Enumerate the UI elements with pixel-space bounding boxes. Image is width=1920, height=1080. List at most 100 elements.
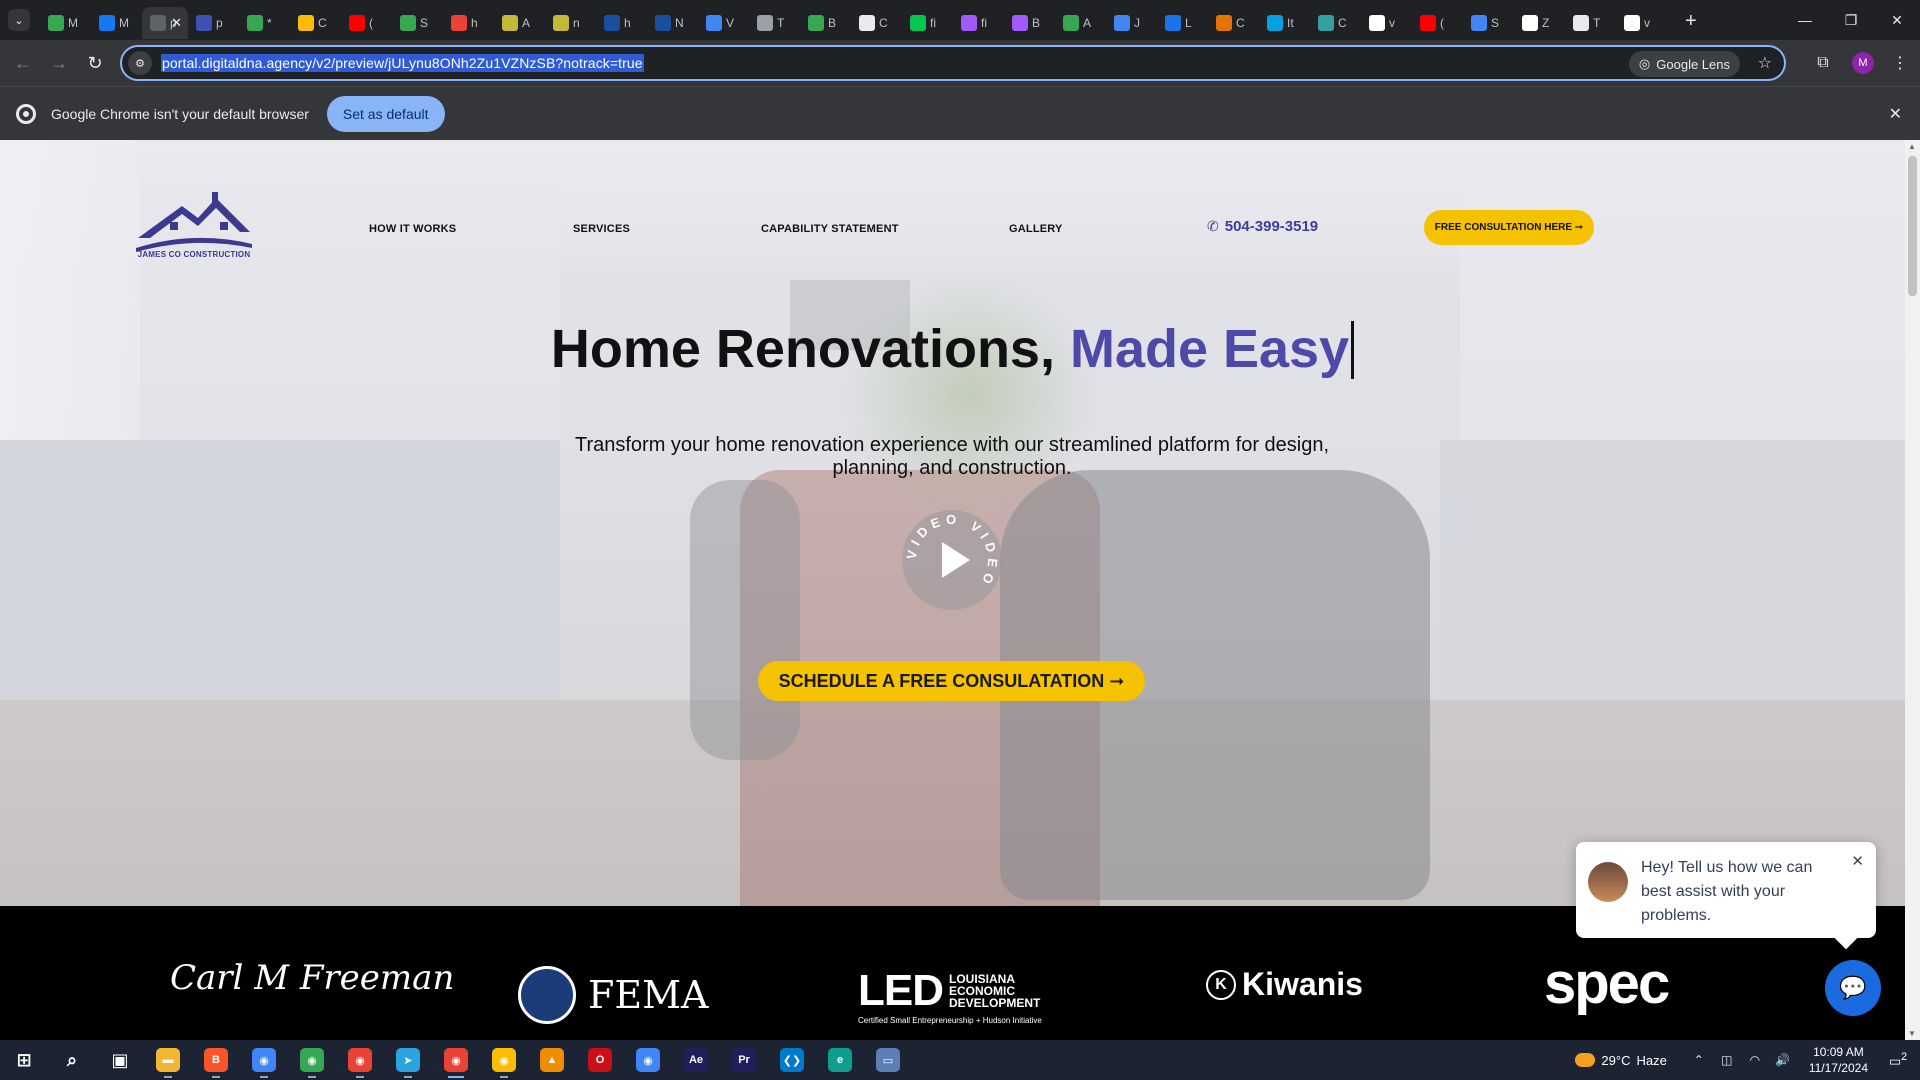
headline-main: Home Renovations,	[550, 319, 1070, 379]
taskbar-telegram[interactable]: ➤	[384, 1040, 432, 1080]
browser-tab[interactable]: h	[443, 7, 494, 39]
browser-tab[interactable]: A	[494, 7, 545, 39]
taskbar-vlc[interactable]: ▲	[528, 1040, 576, 1080]
scroll-up-icon[interactable]: ▲	[1908, 142, 1916, 151]
clock[interactable]: 10:09 AM 11/17/2024	[1809, 1044, 1868, 1076]
browser-tab[interactable]: C	[1208, 7, 1259, 39]
browser-tab[interactable]: B	[1004, 7, 1055, 39]
minimize-button[interactable]: —	[1782, 0, 1828, 40]
extensions-icon[interactable]: ⧉	[1806, 54, 1840, 72]
browser-tab[interactable]: (	[341, 7, 392, 39]
nav-gallery[interactable]: GALLERY	[1009, 223, 1063, 235]
google-lens-button[interactable]: ◎ Google Lens	[1628, 51, 1740, 77]
bookmark-star-icon[interactable]: ☆	[1758, 53, 1772, 73]
edge-icon: e	[828, 1048, 852, 1072]
schedule-consultation-button[interactable]: SCHEDULE A FREE CONSULATATION ➞	[758, 661, 1145, 701]
set-as-default-button[interactable]: Set as default	[326, 95, 445, 132]
headline-accent: Made Easy	[1069, 319, 1350, 379]
infobar-message: Google Chrome isn't your default browser	[51, 105, 309, 122]
browser-tab[interactable]: h	[596, 7, 647, 39]
taskbar-brave[interactable]: B	[192, 1040, 240, 1080]
site-info-icon[interactable]: ⚙	[128, 51, 152, 75]
free-consultation-button[interactable]: FREE CONSULTATION HERE ➞	[1424, 210, 1594, 245]
browser-tab[interactable]: fi	[902, 7, 953, 39]
browser-tab[interactable]: V	[698, 7, 749, 39]
new-tab-button[interactable]: +	[1685, 10, 1697, 33]
browser-tab[interactable]: C	[290, 7, 341, 39]
browser-tab[interactable]: M	[91, 7, 142, 39]
nav-how-it-works[interactable]: HOW IT WORKS	[369, 223, 456, 235]
browser-tab[interactable]: It	[1259, 7, 1310, 39]
taskbar-file-explorer[interactable]: ▬	[144, 1040, 192, 1080]
restore-button[interactable]: ❐	[1828, 0, 1874, 40]
browser-tab[interactable]: N	[647, 7, 698, 39]
network-icon[interactable]: ◠	[1745, 1053, 1765, 1067]
browser-tab[interactable]: S	[1463, 7, 1514, 39]
nav-services[interactable]: SERVICES	[573, 223, 630, 235]
profile-avatar[interactable]: M	[1852, 52, 1874, 74]
browser-tab[interactable]: L	[1157, 7, 1208, 39]
led-text: LED	[858, 966, 944, 1015]
browser-tab[interactable]: A	[1055, 7, 1106, 39]
close-chat-icon[interactable]: ✕	[1851, 852, 1864, 870]
browser-tab[interactable]: v	[1361, 7, 1412, 39]
scroll-thumb[interactable]	[1908, 156, 1917, 296]
forward-button[interactable]: →	[42, 46, 76, 80]
video-play-button[interactable]: VIDEO VIDEO	[902, 510, 1002, 610]
taskbar-chrome-profile-m[interactable]: ◉	[240, 1040, 288, 1080]
taskbar-task-view[interactable]: ▣	[96, 1040, 144, 1080]
browser-tab[interactable]: T	[749, 7, 800, 39]
taskbar-chrome-active[interactable]: ◉	[432, 1040, 480, 1080]
chat-launcher-button[interactable]: 💬	[1825, 960, 1881, 1016]
reload-button[interactable]: ↻	[78, 46, 112, 80]
phone-link[interactable]: ✆ 504-399-3519	[1207, 218, 1318, 235]
browser-tab[interactable]: p	[188, 7, 239, 39]
taskbar-search[interactable]: ⌕	[48, 1040, 96, 1080]
scroll-down-icon[interactable]: ▼	[1908, 1029, 1916, 1038]
chevron-up-icon[interactable]: ⌃	[1689, 1053, 1709, 1067]
taskbar-after-effects[interactable]: Ae	[672, 1040, 720, 1080]
browser-tab[interactable]: M	[40, 7, 91, 39]
taskbar-chrome[interactable]: ◉	[288, 1040, 336, 1080]
browser-tab[interactable]: S	[392, 7, 443, 39]
browser-tab[interactable]: C	[1310, 7, 1361, 39]
tab-title: V	[726, 16, 735, 30]
volume-icon[interactable]: 🔊	[1773, 1053, 1793, 1067]
taskbar-chrome-3[interactable]: ◉	[480, 1040, 528, 1080]
browser-tab[interactable]: J	[1106, 7, 1157, 39]
taskbar-app-window[interactable]: ▭	[864, 1040, 912, 1080]
browser-tab[interactable]: fi	[953, 7, 1004, 39]
browser-tab[interactable]: p ✕	[142, 7, 188, 39]
weather-widget[interactable]: 29°C Haze	[1575, 1053, 1667, 1068]
taskbar-edge[interactable]: e	[816, 1040, 864, 1080]
notifications-button[interactable]: ▭2	[1880, 1051, 1916, 1069]
taskbar-opera[interactable]: O	[576, 1040, 624, 1080]
kebab-menu-icon[interactable]: ⋮	[1888, 53, 1912, 73]
tab-search-button[interactable]: ⌄	[8, 9, 30, 31]
taskbar-vscode[interactable]: ❮❯	[768, 1040, 816, 1080]
close-infobar-icon[interactable]: ✕	[1889, 104, 1902, 124]
browser-tab[interactable]: v	[1616, 7, 1667, 39]
chrome-active-icon: ◉	[444, 1048, 468, 1072]
back-button[interactable]: ←	[6, 46, 40, 80]
browser-tab[interactable]: B	[800, 7, 851, 39]
taskbar-premiere[interactable]: Pr	[720, 1040, 768, 1080]
browser-tab[interactable]: *	[239, 7, 290, 39]
page-scrollbar[interactable]: ▲ ▼	[1905, 140, 1920, 1040]
address-bar[interactable]: ⚙ portal.digitaldna.agency/v2/preview/jU…	[120, 45, 1786, 81]
tab-title: C	[1338, 16, 1347, 30]
browser-tab[interactable]: (	[1412, 7, 1463, 39]
taskbar-chrome-2[interactable]: ◉	[336, 1040, 384, 1080]
browser-tab[interactable]: Z	[1514, 7, 1565, 39]
browser-tab[interactable]: n	[545, 7, 596, 39]
taskbar-chrome-4[interactable]: ◉	[624, 1040, 672, 1080]
browser-tab[interactable]: C	[851, 7, 902, 39]
close-window-button[interactable]: ✕	[1874, 0, 1920, 40]
close-tab-icon[interactable]: ✕	[171, 15, 182, 31]
url-text[interactable]: portal.digitaldna.agency/v2/preview/jULy…	[161, 54, 644, 72]
nav-capability-statement[interactable]: CAPABILITY STATEMENT	[761, 223, 899, 235]
taskbar-start[interactable]: ⊞	[0, 1040, 48, 1080]
meet-now-icon[interactable]: ◫	[1717, 1053, 1737, 1067]
chat-popup[interactable]: Hey! Tell us how we can best assist with…	[1576, 842, 1876, 938]
browser-tab[interactable]: T	[1565, 7, 1616, 39]
